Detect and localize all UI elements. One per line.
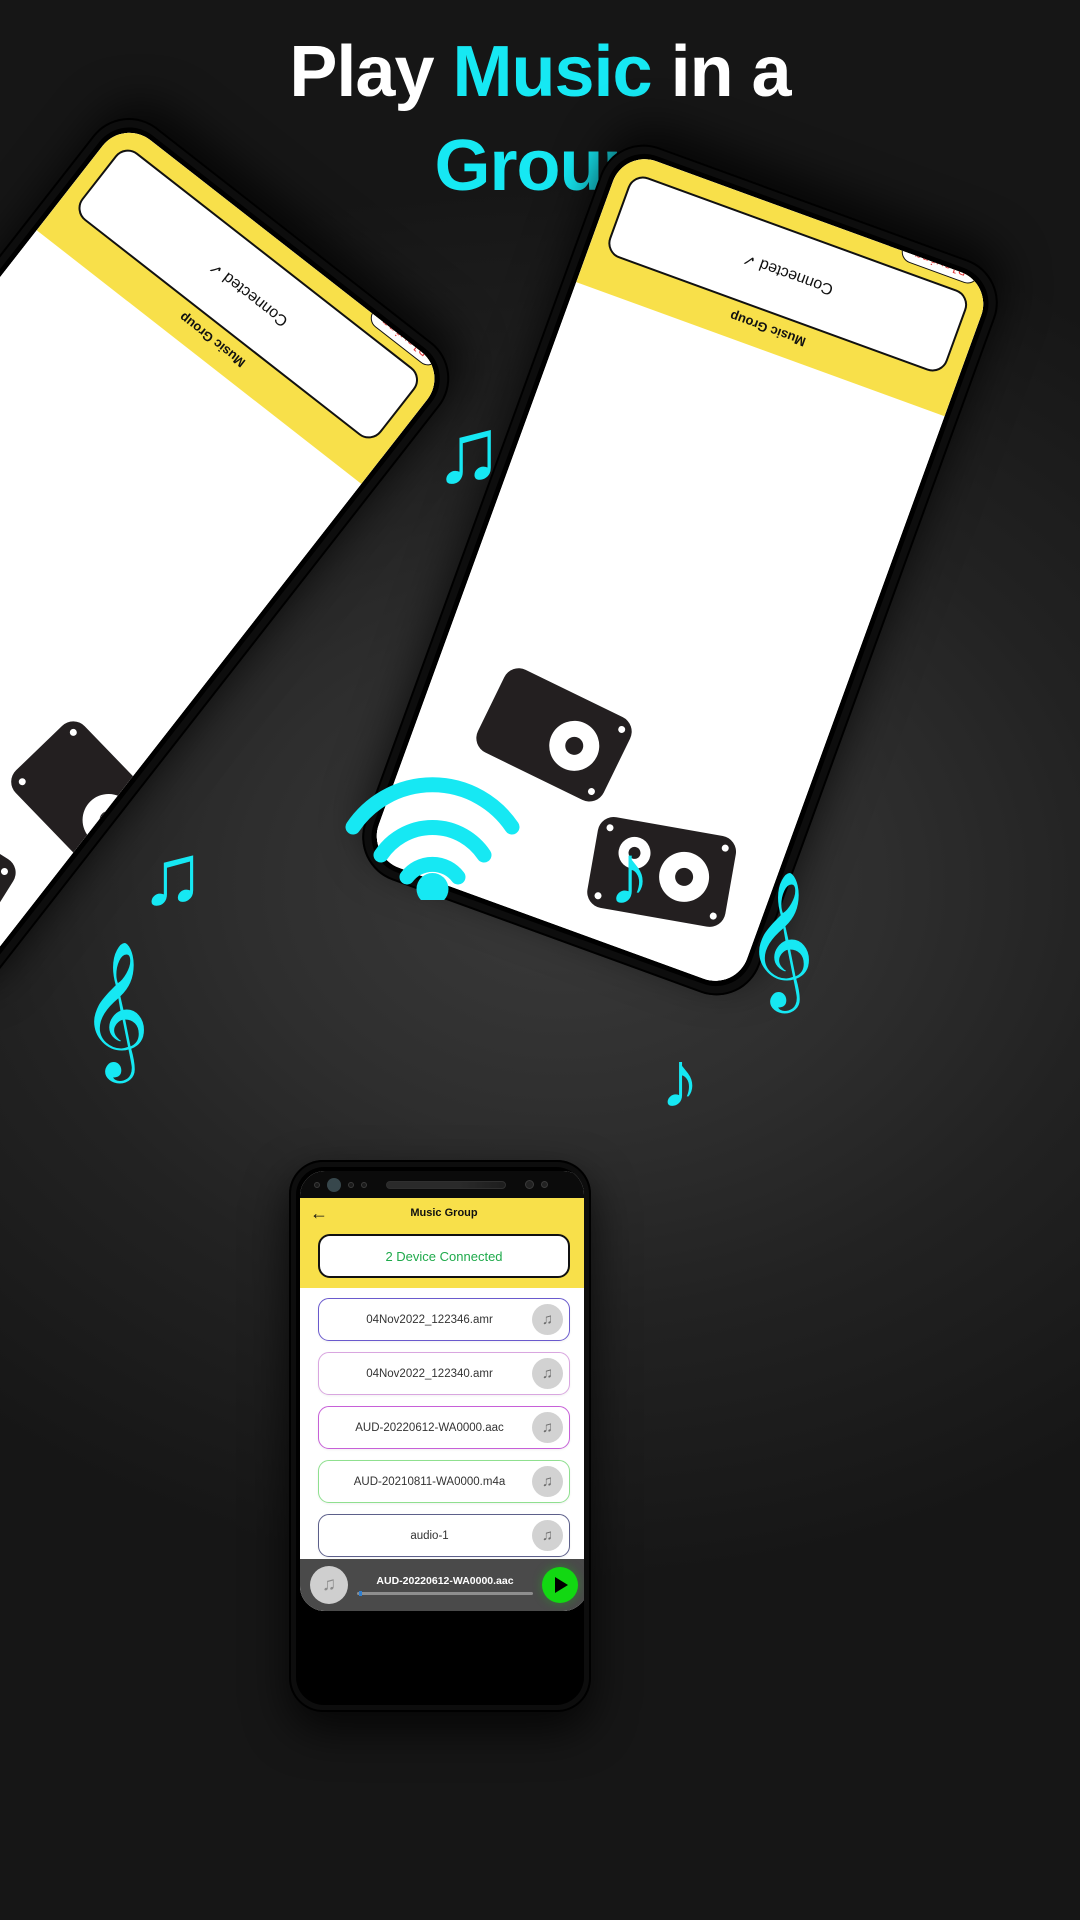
beamed-note-icon: ♫: [434, 400, 503, 502]
file-name: 04Nov2022_122340.amr: [366, 1367, 493, 1380]
list-item[interactable]: AUD-20220612-WA0000.aac ♫: [318, 1406, 570, 1449]
connected-devices-status[interactable]: 2 Device Connected: [318, 1234, 570, 1278]
treble-clef-icon: 𝄞: [745, 873, 815, 1005]
front-camera-icon: [327, 1177, 341, 1192]
treble-clef-icon: 𝄞: [80, 943, 150, 1075]
eighth-note-icon: ♪: [608, 827, 651, 923]
speaker-graphic: [0, 788, 22, 949]
title-part-music: Music: [452, 32, 653, 112]
music-note-icon[interactable]: ♫: [532, 1520, 563, 1551]
eighth-note-icon: ♪: [660, 1035, 700, 1124]
file-name: audio-1: [410, 1529, 449, 1542]
phone-bezel: ← Music Group 2 Device Connected 04Nov20…: [296, 1167, 584, 1705]
seek-knob[interactable]: [358, 1591, 362, 1596]
app-bar-title: Music Group: [410, 1207, 478, 1219]
list-item[interactable]: 04Nov2022_122340.amr ♫: [318, 1352, 570, 1395]
file-name: 04Nov2022_122346.amr: [366, 1313, 493, 1326]
connection-banner: 2 Device Connected: [300, 1228, 584, 1288]
sensor-dot: [348, 1181, 354, 1188]
phone-screen: ← Music Group 2 Device Connected 04Nov20…: [300, 1171, 584, 1611]
center-phone: ← Music Group 2 Device Connected 04Nov20…: [289, 1160, 591, 1712]
earpiece-speaker: [386, 1180, 506, 1189]
list-item[interactable]: AUD-20210811-WA0000.m4a ♫: [318, 1460, 570, 1503]
now-playing-title: AUD-20220612-WA0000.aac: [376, 1575, 514, 1587]
file-name: AUD-20220612-WA0000.aac: [355, 1421, 504, 1434]
title-part-in-a: in a: [651, 32, 792, 112]
promo-screen: Play Music in a Group Music Group Connec…: [0, 0, 1080, 1920]
play-button[interactable]: [542, 1567, 578, 1603]
sensor-dot: [314, 1181, 320, 1188]
music-note-icon: ♫: [310, 1566, 348, 1604]
player-info: AUD-20220612-WA0000.aac: [357, 1575, 533, 1596]
music-note-icon[interactable]: ♫: [532, 1412, 563, 1443]
music-note-icon[interactable]: ♫: [532, 1358, 563, 1389]
sensor-dot: [525, 1180, 534, 1189]
beamed-note-icon: ♫: [140, 827, 205, 923]
music-note-icon[interactable]: ♫: [532, 1466, 563, 1497]
sensor-dot: [361, 1181, 367, 1188]
title-part-play: Play: [289, 32, 453, 112]
file-name: AUD-20210811-WA0000.m4a: [353, 1475, 506, 1488]
app-bar: ← Music Group: [300, 1198, 584, 1228]
now-playing-bar: ♫ AUD-20220612-WA0000.aac: [300, 1559, 584, 1611]
list-item[interactable]: audio-1 ♫: [318, 1514, 570, 1557]
seek-bar[interactable]: [357, 1591, 533, 1596]
play-icon: [555, 1577, 568, 1593]
wifi-signal-icon: [345, 765, 520, 900]
list-item[interactable]: 04Nov2022_122346.amr ♫: [318, 1298, 570, 1341]
sensor-dot: [541, 1181, 548, 1188]
music-note-icon[interactable]: ♫: [532, 1304, 563, 1335]
status-notch-bar: [300, 1171, 584, 1198]
